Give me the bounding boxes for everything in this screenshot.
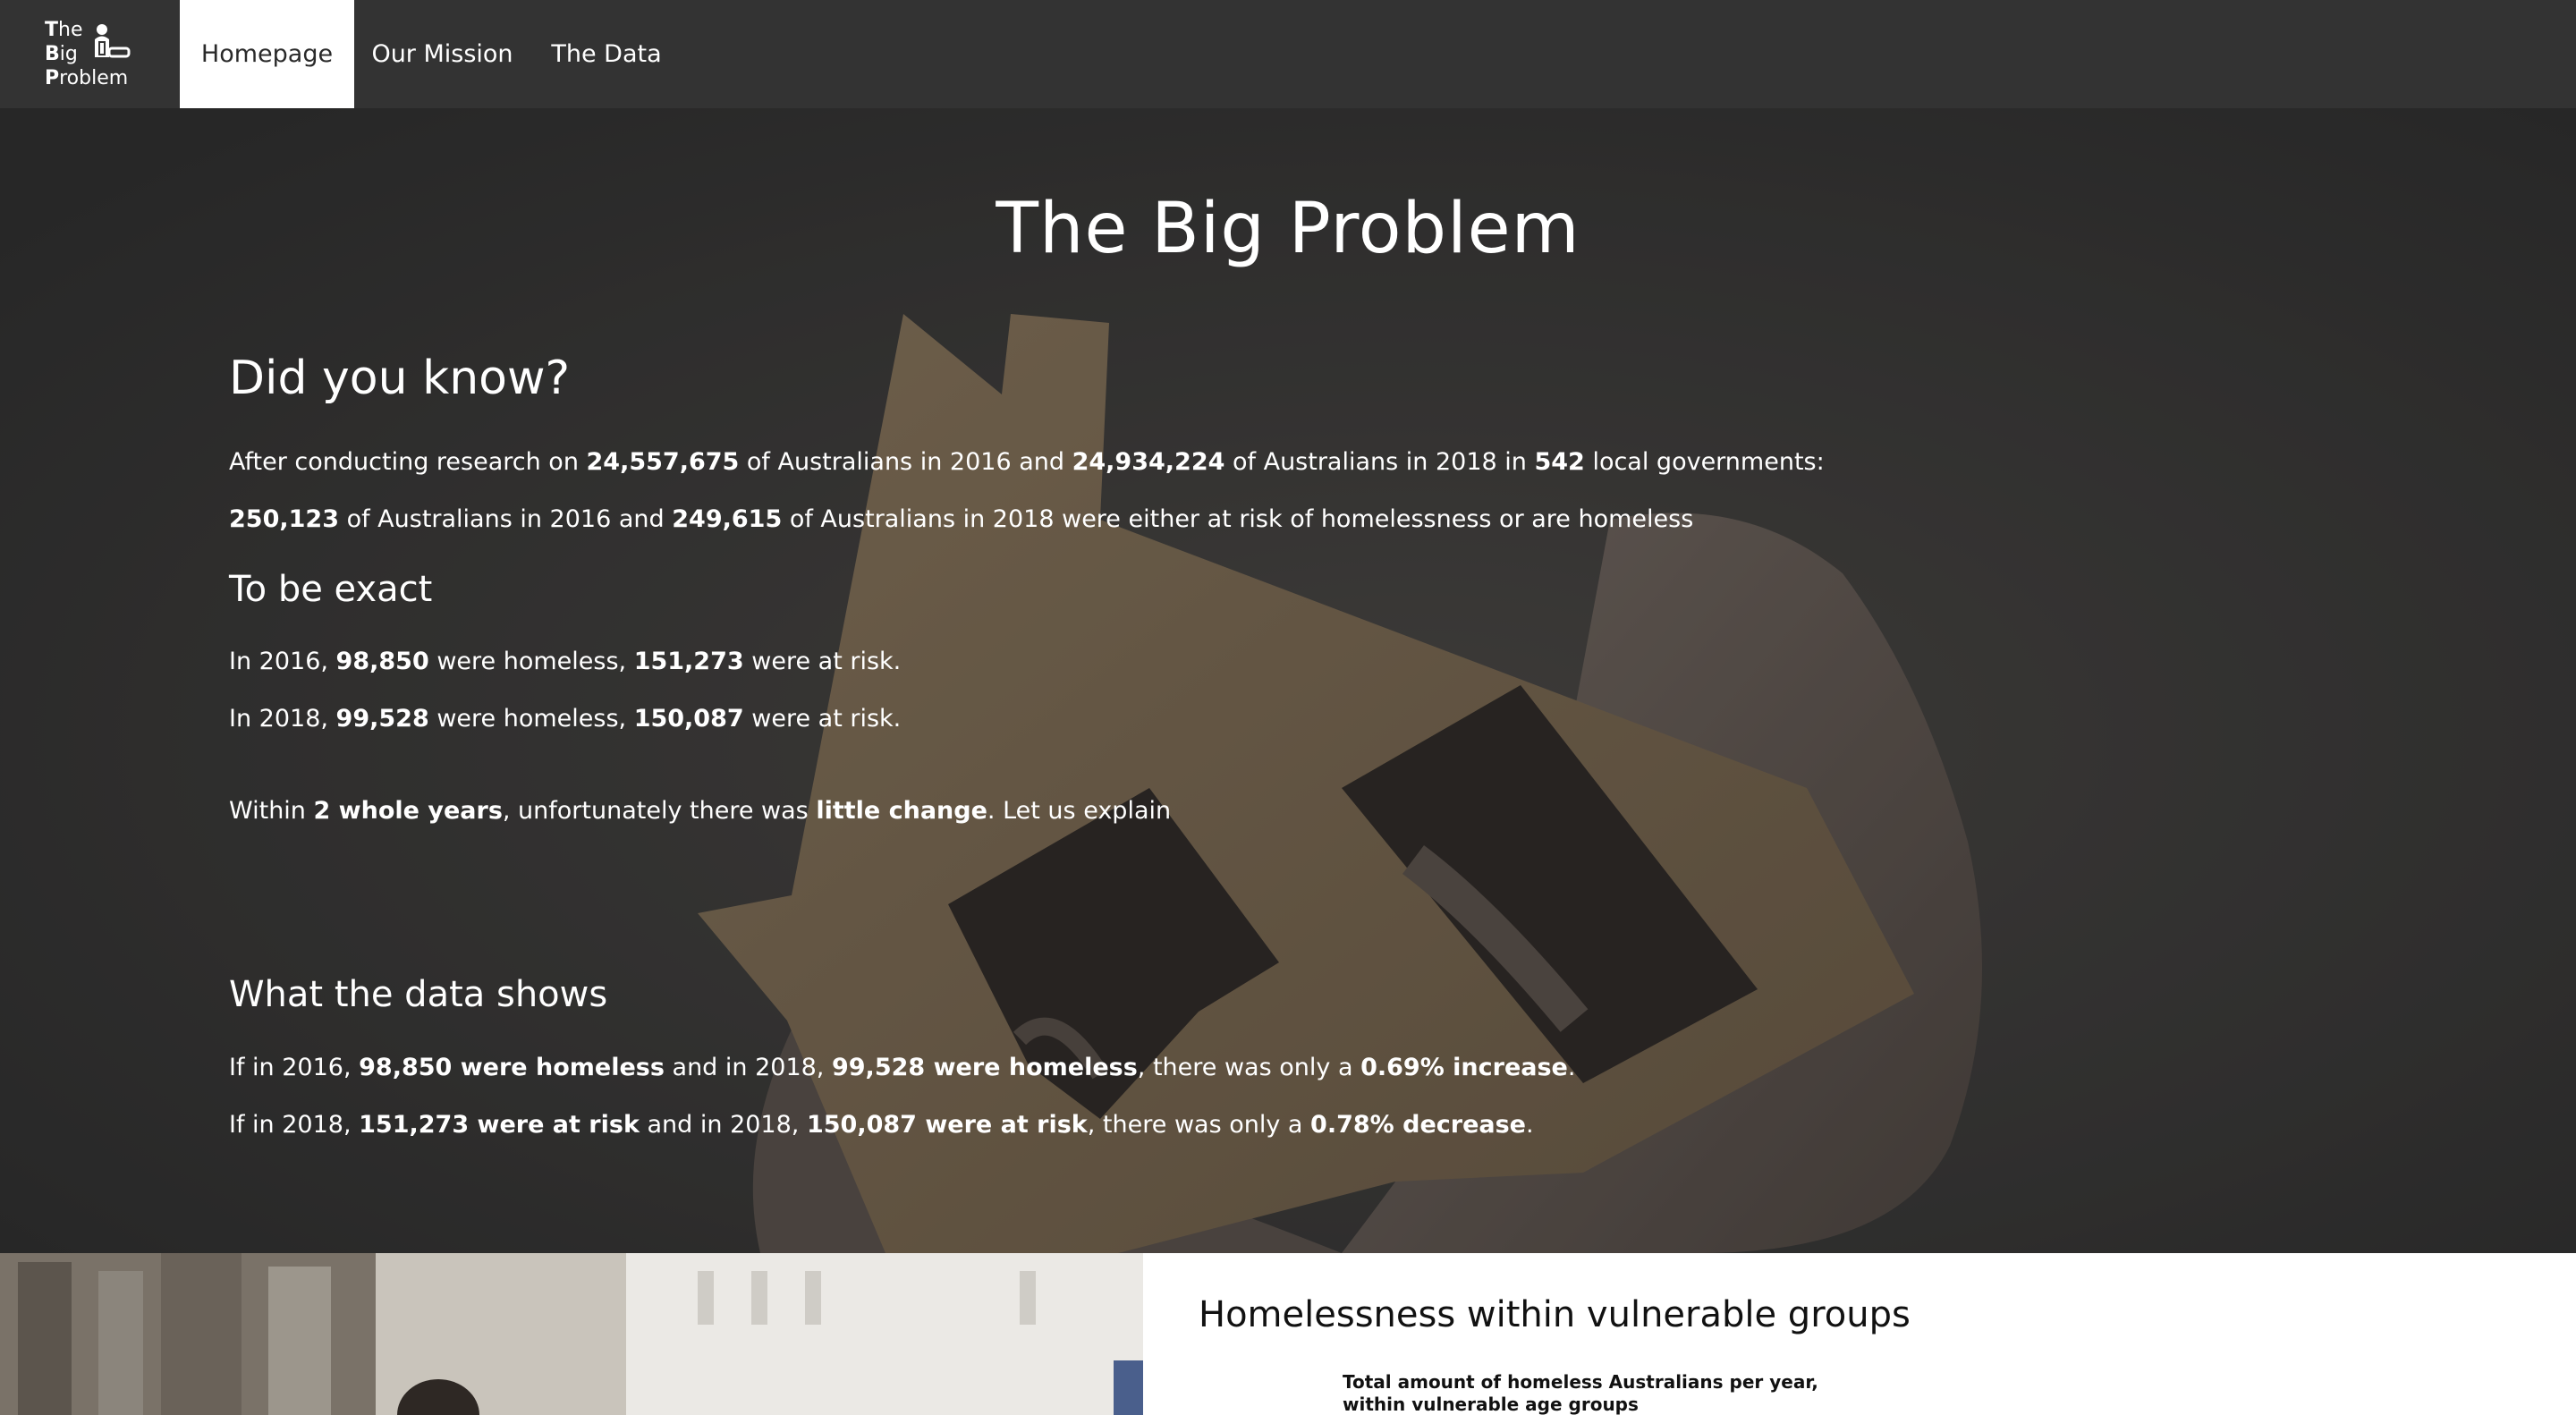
nav-our-mission[interactable]: Our Mission	[354, 0, 530, 108]
top-navbar: The Big Problem Homepage Our Mission The…	[0, 0, 2576, 108]
person-sleeping-icon	[95, 24, 131, 58]
at-risk-change-line: If in 2018, 151,273 were at risk and in …	[229, 1111, 1534, 1139]
research-paragraph: After conducting research on 24,557,675 …	[229, 448, 1825, 476]
hero-dark-overlay	[0, 108, 2576, 1253]
what-data-shows-heading: What the data shows	[229, 974, 608, 1015]
stats-2016: In 2016, 98,850 were homeless, 151,273 w…	[229, 648, 902, 675]
vulnerable-groups-heading: Homelessness within vulnerable groups	[1199, 1294, 1911, 1335]
vulnerable-groups-panel: Homelessness within vulnerable groups To…	[1143, 1253, 2576, 1415]
chart-title: Total amount of homeless Australians per…	[1343, 1371, 1818, 1415]
logo-line-1: he	[58, 19, 83, 41]
street-photo-image	[0, 1253, 1143, 1415]
homeless-change-line: If in 2016, 98,850 were homeless and in …	[229, 1054, 1576, 1081]
at-risk-paragraph: 250,123 of Australians in 2016 and 249,6…	[229, 505, 1694, 533]
nav-homepage[interactable]: Homepage	[180, 0, 354, 108]
nav-the-data[interactable]: The Data	[530, 0, 682, 108]
did-you-know-heading: Did you know?	[229, 352, 571, 405]
little-change-paragraph: Within 2 whole years, unfortunately ther…	[229, 797, 1172, 825]
site-logo[interactable]: The Big Problem	[45, 18, 143, 91]
stats-2018: In 2018, 99,528 were homeless, 150,087 w…	[229, 705, 902, 733]
hero-title: The Big Problem	[996, 189, 1580, 269]
hero-section: The Big Problem Did you know? After cond…	[0, 108, 2576, 1253]
to-be-exact-heading: To be exact	[229, 569, 433, 610]
street-photo	[0, 1253, 1143, 1415]
